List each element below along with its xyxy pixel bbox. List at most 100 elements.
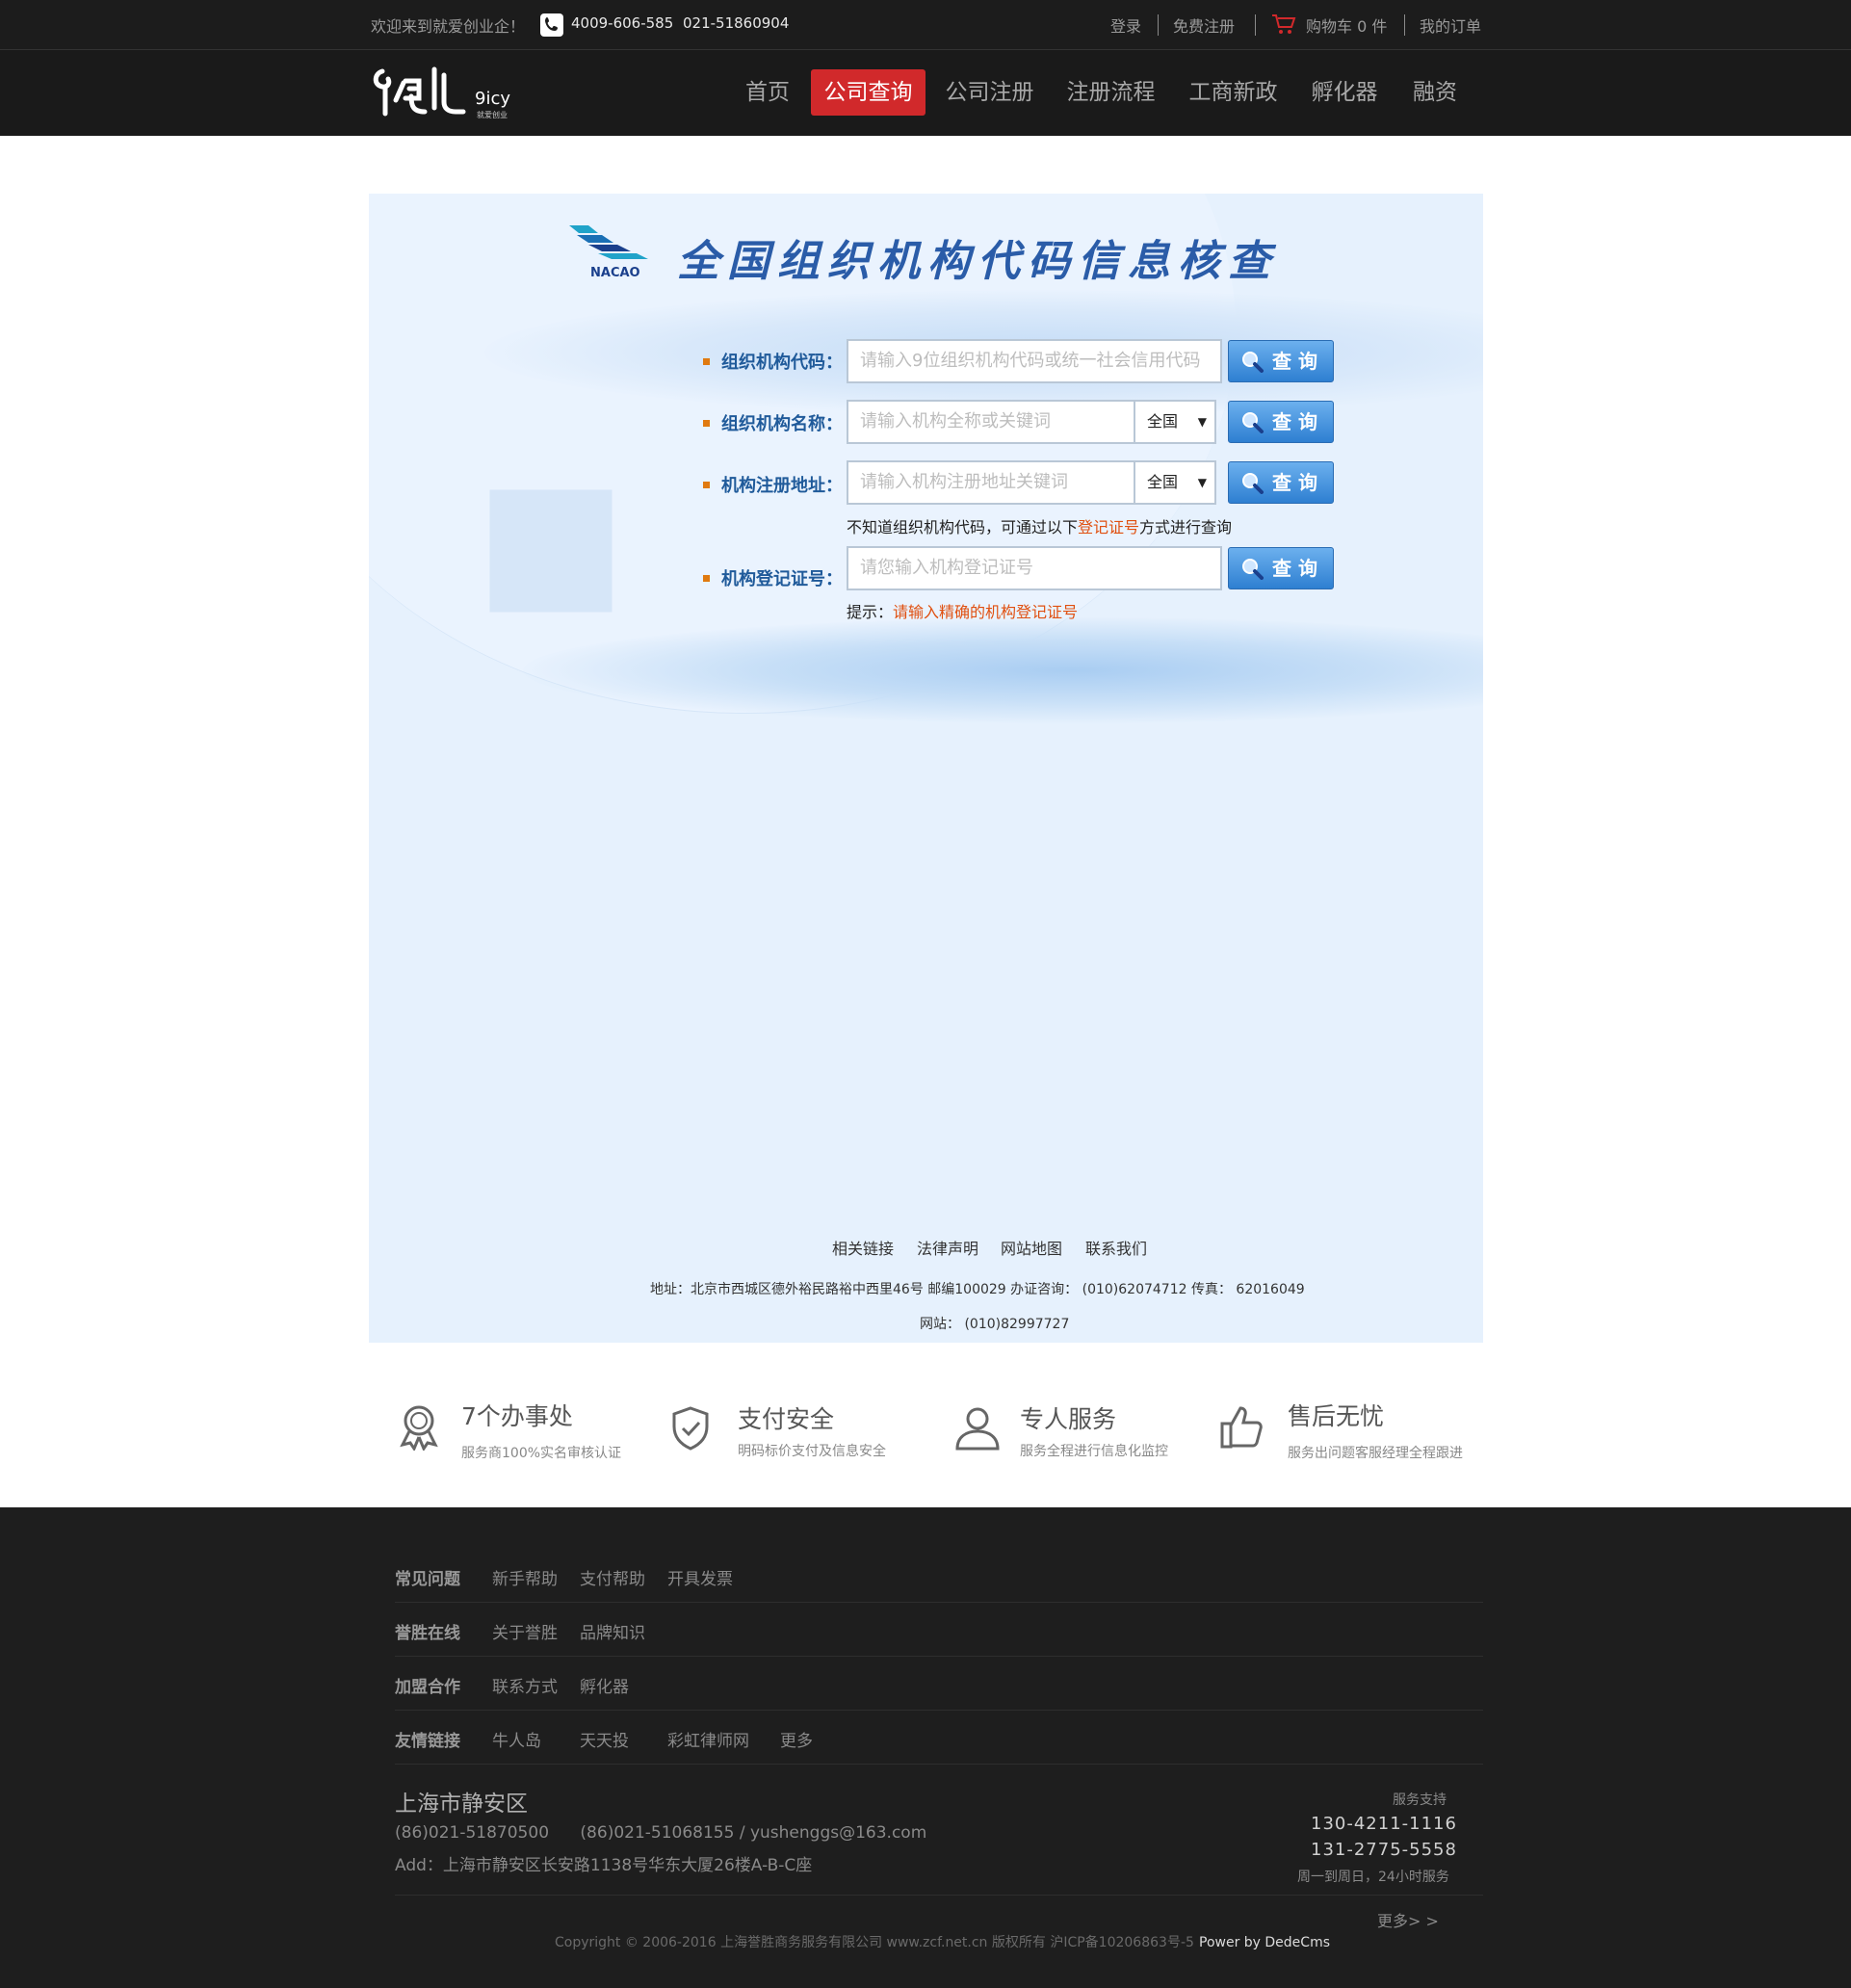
- nav-incubator[interactable]: 孵化器: [1304, 69, 1385, 116]
- panel-address: 地址：北京市西城区德外裕民路裕中西里46号 邮编100029 办证咨询： (01…: [650, 1282, 1305, 1297]
- thumbs-up-icon: [1218, 1402, 1266, 1451]
- welcome-text: 欢迎来到就爱创业企！: [371, 17, 526, 36]
- feature-subtitle: 明码标价支付及信息安全: [738, 1444, 886, 1459]
- footer-link[interactable]: 孵化器: [580, 1673, 629, 1697]
- hint-text: 不知道组织机构代码，可通过以下登记证号方式进行查询: [847, 514, 1232, 537]
- banner-title: 全国组织机构代码信息核查: [677, 237, 1278, 286]
- footer-divider: [395, 1656, 1483, 1657]
- org-reg-number-input[interactable]: 请您输入机构登记证号: [847, 546, 1222, 590]
- footer-link[interactable]: 新手帮助: [492, 1565, 558, 1589]
- region-select-value: 全国: [1147, 473, 1179, 491]
- footer-divider: [395, 1602, 1483, 1603]
- org-name-region-select[interactable]: 全国 ▼: [1134, 400, 1216, 444]
- legal-link[interactable]: 法律声明: [917, 1236, 978, 1259]
- hint-link[interactable]: 登记证号: [1078, 518, 1139, 536]
- footer-link[interactable]: 支付帮助: [580, 1565, 645, 1589]
- org-address-input[interactable]: 请输入机构注册地址关键词: [847, 460, 1135, 505]
- nacao-logo: NACAO: [569, 223, 652, 285]
- footer-link[interactable]: 开具发票: [667, 1565, 733, 1589]
- site-footer: 常见问题 新手帮助 支付帮助 开具发票 誉胜在线 关于誉胜 品牌知识 加盟合作 …: [0, 1507, 1851, 1988]
- support-hours: 周一到周日，24小时服务: [1297, 1870, 1449, 1885]
- search-icon: [1242, 473, 1264, 494]
- nav-company-register[interactable]: 公司注册: [939, 69, 1040, 116]
- footer-link[interactable]: 关于誉胜: [492, 1619, 558, 1643]
- cart-icon[interactable]: [1271, 13, 1296, 36]
- footer-link[interactable]: 品牌知识: [580, 1619, 645, 1643]
- org-code-query-panel: NACAO 全国组织机构代码信息核查 组织机构代码： 请输入9位组织机构代码或统…: [369, 194, 1483, 1343]
- org-code-query-button[interactable]: 查 询: [1228, 340, 1334, 382]
- org-code-input[interactable]: 请输入9位组织机构代码或统一社会信用代码: [847, 339, 1222, 383]
- orders-link[interactable]: 我的订单: [1420, 13, 1481, 37]
- copyright-line: Copyright © 2006-2016 上海誉胜商务服务有限公司 www.z…: [555, 1932, 1330, 1951]
- query-button-label: 查 询: [1272, 471, 1317, 494]
- shield-check-icon: [666, 1404, 715, 1452]
- search-icon: [1242, 412, 1264, 433]
- footer-category-partner: 加盟合作: [395, 1678, 460, 1697]
- nav-business-policy[interactable]: 工商新政: [1183, 69, 1284, 116]
- cart-link[interactable]: 购物车 0 件: [1306, 13, 1387, 37]
- bullet-icon: [703, 575, 710, 582]
- footer-link[interactable]: 更多: [780, 1727, 813, 1751]
- org-address-label: 机构注册地址：: [721, 476, 843, 496]
- support-phone-2: 131-2775-5558: [1311, 1840, 1457, 1860]
- bullet-icon: [703, 482, 710, 488]
- contact-us-link[interactable]: 联系我们: [1085, 1236, 1147, 1259]
- feature-subtitle: 服务全程进行信息化监控: [1020, 1444, 1168, 1459]
- footer-city: 上海市静安区: [395, 1792, 528, 1817]
- feature-subtitle: 服务商100%实名审核认证: [461, 1446, 622, 1461]
- hint-prefix: 不知道组织机构代码，可通过以下: [847, 518, 1079, 536]
- footer-category-about: 誉胜在线: [395, 1624, 460, 1643]
- powered-by-text[interactable]: Power by DedeCms: [1199, 1935, 1330, 1950]
- query-button-label: 查 询: [1272, 350, 1317, 373]
- site-logo[interactable]: 9icy 就爱创业: [369, 62, 523, 125]
- footer-more-link[interactable]: 更多> >: [1377, 1908, 1439, 1931]
- nav-home[interactable]: 首页: [738, 69, 797, 116]
- footer-link[interactable]: 牛人岛: [492, 1727, 541, 1751]
- search-icon: [1242, 352, 1264, 373]
- related-links-link[interactable]: 相关链接: [832, 1236, 894, 1259]
- org-reg-number-query-button[interactable]: 查 询: [1228, 547, 1334, 589]
- footer-divider: [395, 1895, 1483, 1896]
- org-name-query-button[interactable]: 查 询: [1228, 401, 1334, 443]
- org-name-label: 组织机构名称：: [721, 414, 843, 434]
- phone-icon: [540, 13, 563, 37]
- nav-company-search[interactable]: 公司查询: [811, 69, 926, 116]
- logo-subtext: 9icy: [475, 89, 511, 109]
- medal-icon: [395, 1402, 443, 1452]
- query-button-label: 查 询: [1272, 410, 1317, 433]
- nav-financing[interactable]: 融资: [1405, 69, 1465, 116]
- support-label: 服务支持: [1393, 1792, 1447, 1808]
- footer-link[interactable]: 彩虹律师网: [667, 1727, 749, 1751]
- footer-divider: [395, 1710, 1483, 1711]
- feature-title: 7个办事处: [461, 1402, 573, 1430]
- feature-title: 专人服务: [1020, 1405, 1117, 1433]
- footer-address: Add：上海市静安区长安路1138号华东大厦26楼A-B-C座: [395, 1856, 813, 1875]
- org-address-region-select[interactable]: 全国 ▼: [1134, 460, 1216, 505]
- footer-contact: (86)021-51870500 (86)021-51068155 / yush…: [395, 1823, 927, 1843]
- org-address-query-button[interactable]: 查 询: [1228, 461, 1334, 504]
- divider: [1255, 14, 1256, 36]
- query-button-label: 查 询: [1272, 557, 1317, 580]
- login-link[interactable]: 登录: [1110, 13, 1141, 37]
- tip-prefix: 提示：: [847, 603, 894, 621]
- footer-link[interactable]: 天天投: [580, 1727, 629, 1751]
- org-name-input[interactable]: 请输入机构全称或关键词: [847, 400, 1135, 444]
- register-link[interactable]: 免费注册: [1173, 13, 1235, 37]
- divider: [1158, 14, 1159, 36]
- chevron-down-icon: ▼: [1197, 476, 1207, 489]
- nav-register-process[interactable]: 注册流程: [1060, 69, 1161, 116]
- chevron-down-icon: ▼: [1197, 415, 1207, 429]
- support-phone-1: 130-4211-1116: [1311, 1814, 1457, 1834]
- tip-message: 请输入精确的机构登记证号: [893, 603, 1079, 621]
- copyright-text: Copyright © 2006-2016 上海誉胜商务服务有限公司 www.z…: [555, 1935, 1194, 1950]
- search-icon: [1242, 559, 1264, 580]
- tip-text: 提示：请输入精确的机构登记证号: [847, 599, 1078, 622]
- feature-title: 支付安全: [738, 1405, 835, 1433]
- divider: [1404, 14, 1405, 36]
- footer-link[interactable]: 联系方式: [492, 1673, 558, 1697]
- nacao-logo-text: NACAO: [590, 266, 640, 280]
- footer-divider: [395, 1764, 1483, 1765]
- hint-suffix: 方式进行查询: [1139, 518, 1233, 536]
- top-bar: 欢迎来到就爱创业企！ 4009-606-585 021-51860904 登录 …: [0, 0, 1851, 50]
- sitemap-link[interactable]: 网站地图: [1001, 1236, 1062, 1259]
